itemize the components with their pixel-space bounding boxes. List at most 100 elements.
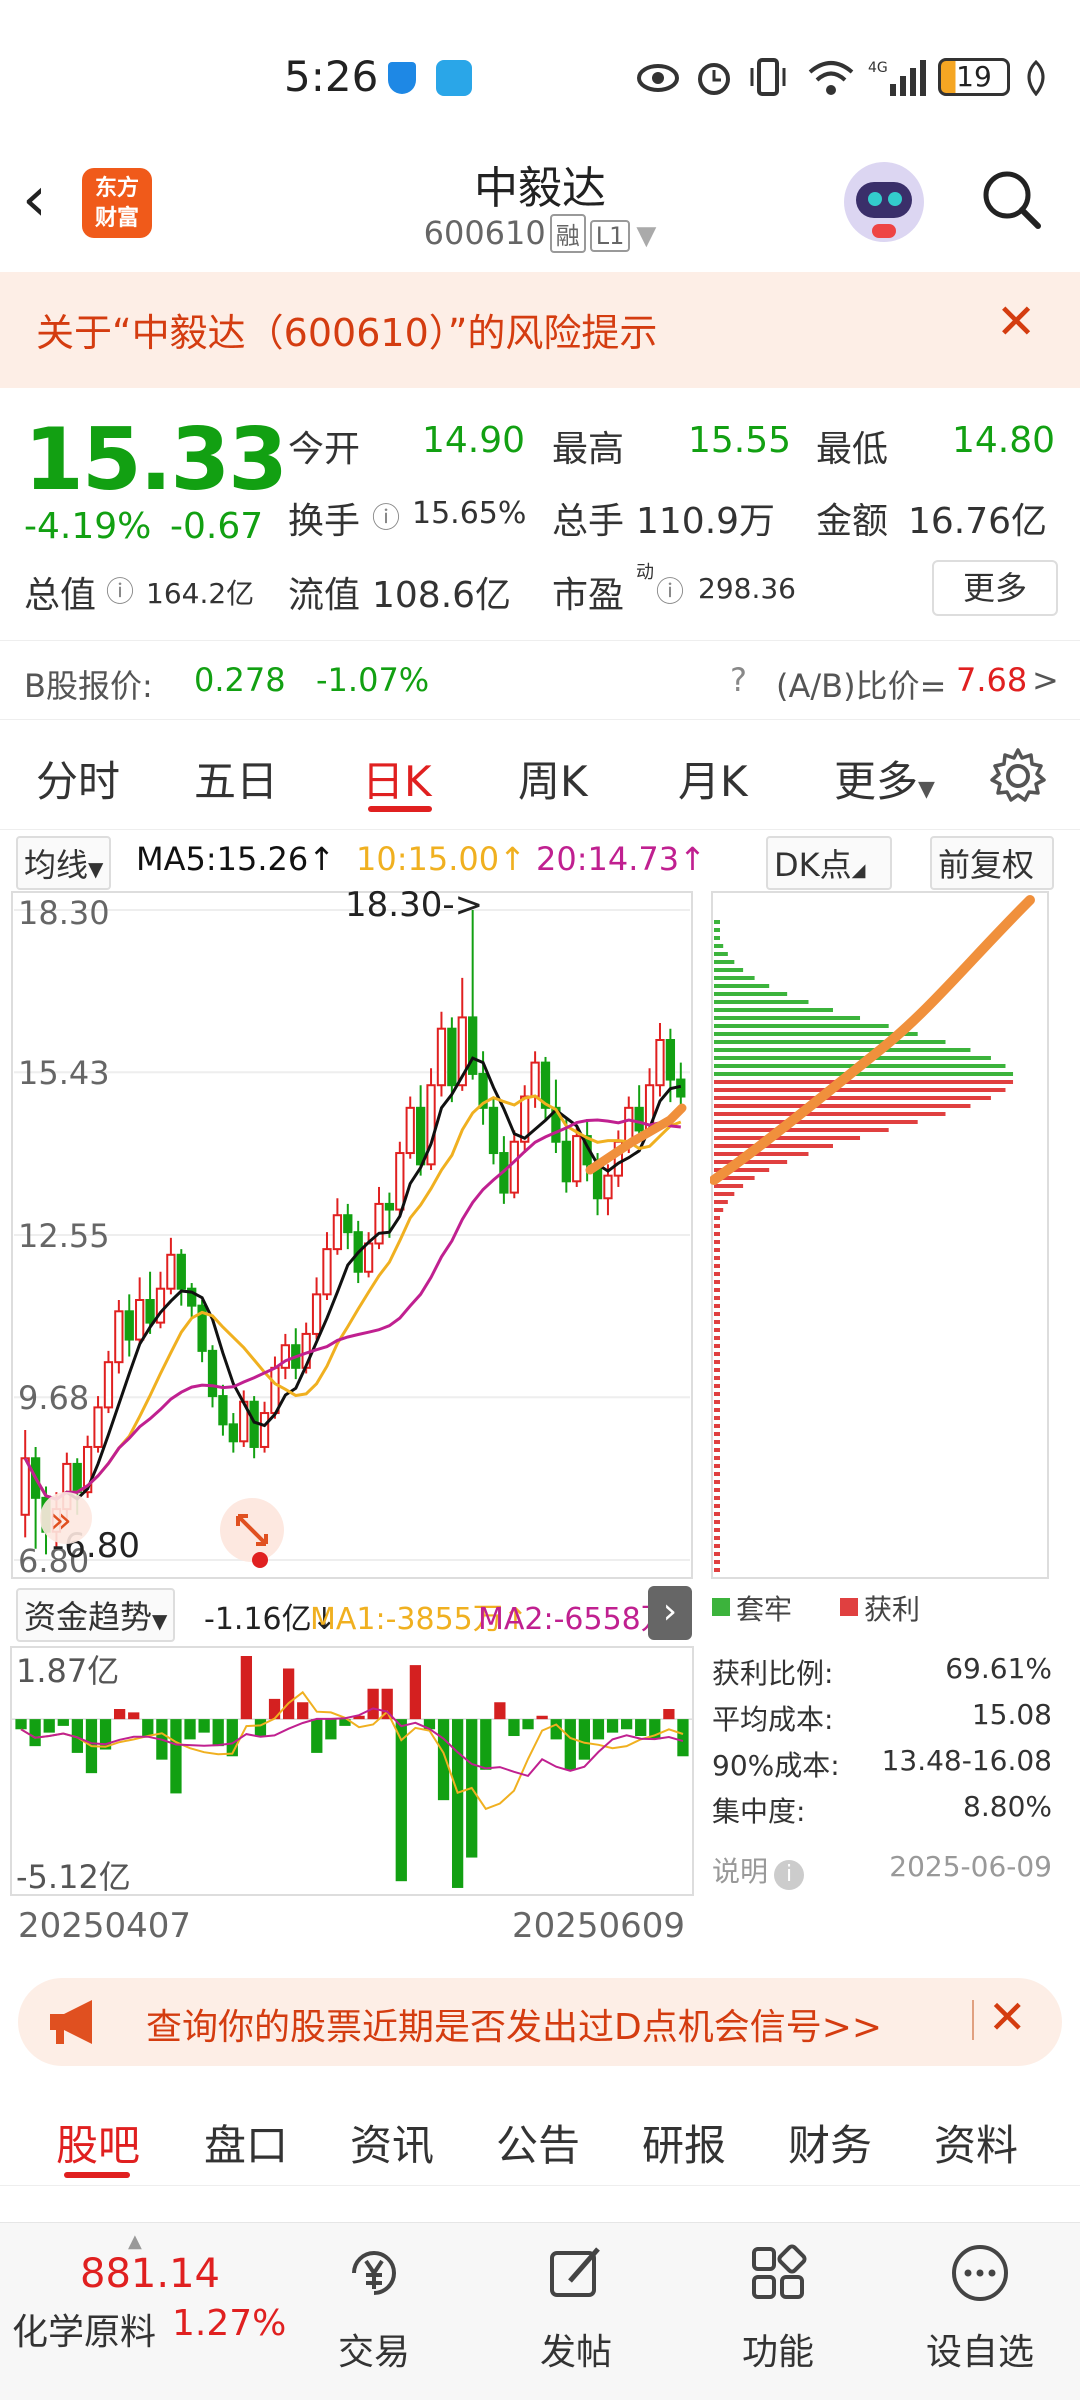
functions-button[interactable]: 功能	[678, 2223, 878, 2401]
chevron-right-icon[interactable]: ›	[648, 1586, 692, 1640]
dk-point-selector[interactable]: DK点◢	[766, 836, 892, 890]
chip-bar	[714, 920, 720, 924]
low-value: 14.80	[952, 420, 1056, 461]
tab-orderbook[interactable]: 盘口	[204, 2112, 288, 2173]
active-tab-indicator	[64, 2172, 130, 2178]
chip-bar	[714, 1400, 720, 1404]
fund-trend-chart[interactable]: 1.87亿 -5.12亿	[10, 1646, 694, 1896]
candle-body	[332, 1214, 343, 1251]
gear-icon[interactable]	[988, 746, 1048, 806]
close-icon[interactable]: ✕	[996, 294, 1036, 350]
chip-bar	[714, 1192, 735, 1196]
info-icon[interactable]: ⓘ	[106, 570, 134, 610]
info-icon: i	[774, 1860, 805, 1890]
chip-bar	[714, 1424, 720, 1428]
tab-forum[interactable]: 股吧	[56, 2112, 140, 2173]
chip-bar	[714, 960, 735, 964]
volume-value: 110.9万	[636, 501, 776, 542]
info-icon[interactable]: ⓘ	[372, 496, 400, 536]
tab-daily-k[interactable]: 日K	[362, 748, 432, 809]
tab-more[interactable]: 更多▼	[834, 748, 935, 809]
b-share-row[interactable]: B股报价: 0.278 -1.07% ? (A/B)比价= 7.68 >	[0, 640, 1080, 720]
chip-row-label: 集中度:	[712, 1795, 806, 1828]
more-dots-icon	[952, 2245, 1008, 2301]
candle-body	[72, 1462, 82, 1494]
fund-bar	[395, 1719, 407, 1882]
fund-bar	[367, 1688, 379, 1720]
fund-bar	[15, 1719, 27, 1730]
fund-bar	[606, 1719, 619, 1733]
open-label: 今开	[288, 429, 361, 470]
candle-body	[322, 1248, 332, 1296]
chip-row-90-cost: 90%成本: 13.48-16.08	[712, 1744, 1052, 1784]
trade-label: 交易	[337, 2332, 410, 2373]
risk-banner-text: 关于“中毅达（600610）”的风险提示	[36, 311, 658, 355]
fund-bar	[592, 1719, 605, 1740]
dk-promo-banner[interactable]: 查询你的股票近期是否发出过D点机会信号>> ✕	[18, 1978, 1062, 2066]
chip-bar	[714, 1336, 720, 1340]
ma-selector[interactable]: 均线▼	[16, 836, 112, 890]
add-watchlist-button[interactable]: 设自选	[880, 2223, 1080, 2401]
kline-chart[interactable]: 18.3015.4312.559.686.80 18.30-> -6.80 »	[10, 890, 694, 1580]
tab-research[interactable]: 研报	[642, 2112, 726, 2173]
trade-button[interactable]: 交易	[274, 2223, 474, 2401]
chip-row-concentration: 集中度: 8.80%	[712, 1790, 1052, 1830]
sector-index[interactable]: ▲ 881.14 化学原料 1.27%	[0, 2223, 286, 2401]
chip-bar	[714, 1248, 720, 1252]
fund-bar	[128, 1712, 140, 1720]
chip-row-label: 获利比例:	[712, 1657, 834, 1690]
chip-bar	[714, 1024, 889, 1028]
tab-finance[interactable]: 财务	[788, 2112, 872, 2173]
candle-body	[363, 1242, 374, 1273]
high-label: 最高	[552, 429, 625, 470]
b-share-price: 0.278	[194, 661, 286, 699]
tab-announcements[interactable]: 公告	[496, 2112, 580, 2173]
adjust-selector[interactable]: 前复权	[930, 836, 1054, 890]
y-tick-label: 12.55	[18, 1217, 110, 1255]
info-icon[interactable]: ⓘ	[656, 570, 684, 610]
search-icon[interactable]	[980, 168, 1042, 230]
chip-bar	[714, 1048, 971, 1052]
tab-intraday[interactable]: 分时	[36, 748, 120, 809]
tab-five-day[interactable]: 五日	[194, 748, 278, 809]
pe-label: 市盈	[552, 575, 625, 616]
chip-bar	[714, 1392, 720, 1396]
fund-bar	[282, 1668, 295, 1720]
chip-row-value: 69.61%	[945, 1652, 1052, 1685]
candle-body	[270, 1366, 280, 1415]
b-share-label: B股报价:	[24, 667, 153, 705]
robot-assistant-icon[interactable]	[844, 162, 924, 242]
ma20-value: 20:14.73↑	[536, 840, 706, 878]
candle-body	[374, 1202, 384, 1245]
sector-index-value: 881.14	[80, 2251, 220, 2297]
help-icon[interactable]: ?	[730, 661, 747, 699]
functions-label: 功能	[741, 2332, 814, 2373]
candle-body	[228, 1423, 238, 1443]
tab-profile[interactable]: 资料	[934, 2112, 1018, 2173]
tab-monthly-k[interactable]: 月K	[678, 748, 748, 809]
legend-trapped: 套牢	[736, 1593, 793, 1626]
post-button[interactable]: 发帖	[476, 2223, 676, 2401]
risk-banner[interactable]: 关于“中毅达（600610）”的风险提示 ✕	[0, 272, 1080, 388]
candle-body	[114, 1310, 124, 1364]
ab-ratio-label: (A/B)比价=	[776, 667, 947, 705]
chip-bar	[714, 1408, 720, 1412]
fund-bar	[29, 1719, 41, 1747]
sector-index-change: 1.27%	[172, 2303, 287, 2344]
change-amount: -0.67	[170, 506, 264, 547]
tab-weekly-k[interactable]: 周K	[518, 748, 588, 809]
tab-news[interactable]: 资讯	[350, 2112, 434, 2173]
close-icon[interactable]: ✕	[988, 1990, 1027, 2044]
chip-distribution-chart[interactable]	[710, 890, 1052, 1580]
chip-bar	[714, 1096, 991, 1100]
chip-note-row[interactable]: 说明 i 2025-06-09	[712, 1850, 1052, 1890]
chip-row-label: 90%成本:	[712, 1749, 840, 1782]
chip-bar	[714, 984, 770, 988]
caret-down-icon: ▼	[918, 777, 935, 802]
chip-bar	[714, 1360, 720, 1364]
chip-bar	[714, 1288, 720, 1292]
caret-down-icon: ▼	[88, 857, 104, 881]
fund-selector[interactable]: 资金趋势▼	[16, 1588, 176, 1642]
leaf-icon	[1027, 60, 1045, 96]
more-button[interactable]: 更多	[932, 560, 1058, 616]
